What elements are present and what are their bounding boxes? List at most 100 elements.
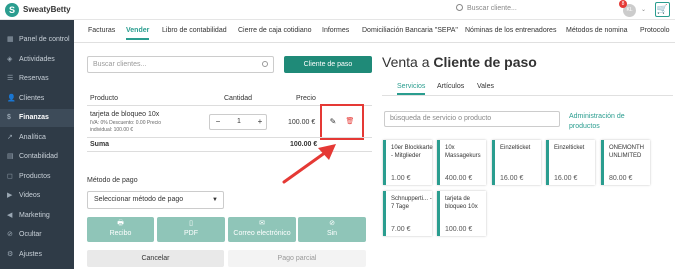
tab-vouchers[interactable]: Vales: [477, 83, 494, 90]
tab-trainer-payroll[interactable]: Nóminas de los entrenadores: [465, 27, 556, 34]
tab-daily-closing[interactable]: Cierre de caja cotidiano: [238, 27, 312, 34]
tab-ledger[interactable]: Libro de contabilidad: [162, 27, 227, 34]
column-header-quantity: Cantidad: [224, 95, 253, 102]
service-card[interactable]: tarjeta de bloqueo 10x 100.00 €: [437, 191, 486, 236]
ban-icon: ⊘: [329, 220, 335, 227]
sidebar-item-label: Actividades: [19, 56, 55, 63]
sidebar-item-activities[interactable]: ◈ Actividades: [0, 51, 74, 69]
service-card-price: 7.00 €: [391, 226, 411, 233]
customer-search-input[interactable]: Buscar clientes...: [87, 56, 274, 73]
service-card-price: 100.00 €: [445, 226, 473, 233]
sidebar-item-analytics[interactable]: ↗ Analítica: [0, 129, 74, 147]
tab-services[interactable]: Servicios: [397, 83, 426, 95]
global-search[interactable]: Buscar cliente...: [456, 4, 517, 12]
cancel-button[interactable]: Cancelar: [87, 250, 224, 267]
sidebar-item-products[interactable]: ◻ Productos: [0, 168, 74, 186]
product-admin-link[interactable]: Administración de productos: [569, 112, 649, 132]
service-card-price: 80.00 €: [609, 175, 633, 182]
payment-method-label: Método de pago: [87, 177, 138, 184]
cart-item-detail-line: individual: 100.00 €: [90, 127, 134, 133]
tab-protocol[interactable]: Protocolo: [640, 27, 670, 34]
sidebar-item-settings[interactable]: ⚙ Ajustes: [0, 246, 74, 264]
sum-label: Suma: [90, 141, 110, 148]
brand-name: SweatyBetty: [23, 5, 71, 14]
notification-badge[interactable]: 8: [619, 0, 627, 8]
pay-button-label: Sin: [326, 230, 338, 237]
service-search-input[interactable]: búsqueda de servicio o producto: [384, 111, 560, 127]
increment-button[interactable]: +: [252, 115, 268, 129]
chart-icon: ↗: [7, 134, 13, 141]
service-card-name: tarjeta de bloqueo 10x: [445, 196, 478, 210]
quantity-value[interactable]: 1: [226, 115, 252, 129]
tab-payroll-methods[interactable]: Métodos de nomina: [566, 27, 627, 34]
customer-search-placeholder: Buscar clientes...: [93, 61, 147, 68]
service-card-price: 1.00 €: [391, 175, 411, 182]
tab-sell[interactable]: Vender: [126, 27, 150, 40]
printer-icon: 🖶: [117, 220, 124, 227]
list-icon: ☰: [7, 75, 14, 82]
pay-button-label: PDF: [184, 230, 198, 237]
gear-icon: ⚙: [7, 251, 14, 258]
tab-reports[interactable]: Informes: [322, 27, 349, 34]
tab-articles[interactable]: Artículos: [437, 83, 464, 90]
service-card-price: 16.00 €: [500, 175, 524, 182]
user-icon: 👤: [7, 95, 16, 102]
payment-method-value: Seleccionar método de pago: [94, 196, 184, 203]
walk-in-customer-button[interactable]: Cliente de paso: [284, 56, 372, 73]
service-card[interactable]: 10er Blockkarte - Mitglieder 1.00 €: [383, 140, 433, 185]
service-card-name: Einzelticket: [500, 145, 531, 151]
dollar-icon: $: [7, 114, 11, 121]
delete-item-button[interactable]: 🗑: [343, 115, 357, 129]
sidebar-item-label: Clientes: [19, 95, 45, 102]
sidebar-item-label: Reservas: [19, 75, 49, 82]
service-card-price: 16.00 €: [554, 175, 578, 182]
ledger-icon: ▤: [7, 153, 14, 160]
no-receipt-button[interactable]: ⊘ Sin: [298, 217, 366, 242]
chevron-down-icon[interactable]: ⌄: [641, 6, 646, 13]
pdf-button[interactable]: ▯ PDF: [157, 217, 225, 242]
cart-item-name: tarjeta de bloqueo 10x: [90, 111, 160, 118]
megaphone-icon: ◀: [7, 212, 13, 219]
payment-method-select[interactable]: Seleccionar método de pago ▼: [87, 191, 224, 209]
page-title-prefix: Venta a: [382, 54, 434, 70]
tab-sepa[interactable]: Domiciliación Bancaria "SEPA": [362, 27, 458, 34]
sidebar-item-bookings[interactable]: ☰ Reservas: [0, 70, 74, 88]
hide-icon: ⊘: [7, 231, 13, 238]
sidebar-item-videos[interactable]: ▶ Videos: [0, 187, 74, 205]
service-card[interactable]: Einzelticket 16.00 €: [546, 140, 595, 185]
envelope-icon: ✉: [259, 220, 265, 227]
service-card[interactable]: ONEMONTH UNLIMITED 80.00 €: [601, 140, 650, 185]
pay-button-label: Recibo: [109, 230, 132, 237]
partial-payment-button[interactable]: Pago parcial: [228, 250, 366, 267]
app-window: S SweatyBetty Buscar cliente... KL 8 ⌄ 🛒…: [0, 0, 675, 269]
service-card[interactable]: 10x Massagekurs 400.00 €: [437, 140, 486, 185]
sidebar-item-dashboard[interactable]: ▦ Panel de control: [0, 31, 74, 49]
search-icon: [262, 61, 268, 67]
sidebar-item-accounting[interactable]: ▤ Contabilidad: [0, 148, 74, 166]
activities-icon: ◈: [7, 56, 13, 63]
trash-icon: 🗑: [345, 118, 355, 125]
sidebar-item-label: Ajustes: [19, 251, 42, 258]
sidebar-item-label: Videos: [19, 192, 41, 199]
sidebar-item-marketing[interactable]: ◀ Marketing: [0, 207, 74, 225]
sidebar-item-finances[interactable]: $ Finanzas: [0, 109, 74, 127]
service-card-price: 400.00 €: [445, 175, 473, 182]
sidebar: ▦ Panel de control ◈ Actividades ☰ Reservas…: [0, 20, 74, 269]
receipt-button[interactable]: 🖶 Recibo: [87, 217, 154, 242]
global-search-placeholder: Buscar cliente...: [467, 5, 517, 12]
service-card[interactable]: Einzelticket 16.00 €: [492, 140, 541, 185]
cart-button[interactable]: 🛒: [655, 2, 670, 17]
pencil-icon: ✎: [329, 117, 337, 126]
sidebar-item-hide[interactable]: ⊘ Ocultar: [0, 226, 74, 244]
edit-item-button[interactable]: ✎: [326, 115, 340, 129]
search-icon: [456, 4, 463, 11]
cart-icon: 🛒: [656, 4, 669, 14]
decrement-button[interactable]: −: [210, 115, 226, 129]
service-card-name: ONEMONTH UNLIMITED: [609, 145, 644, 159]
tab-invoices[interactable]: Facturas: [88, 27, 115, 34]
arrow-annotation: [282, 144, 336, 184]
email-button[interactable]: ✉ Correo electrónico: [228, 217, 296, 242]
sidebar-item-clients[interactable]: 👤 Clientes: [0, 90, 74, 108]
service-card[interactable]: Schnupperti... - 7 Tage 7.00 €: [383, 191, 432, 236]
cart-item-details: IVA: 0% Descuento: 0.00 Precio individual…: [90, 120, 200, 134]
